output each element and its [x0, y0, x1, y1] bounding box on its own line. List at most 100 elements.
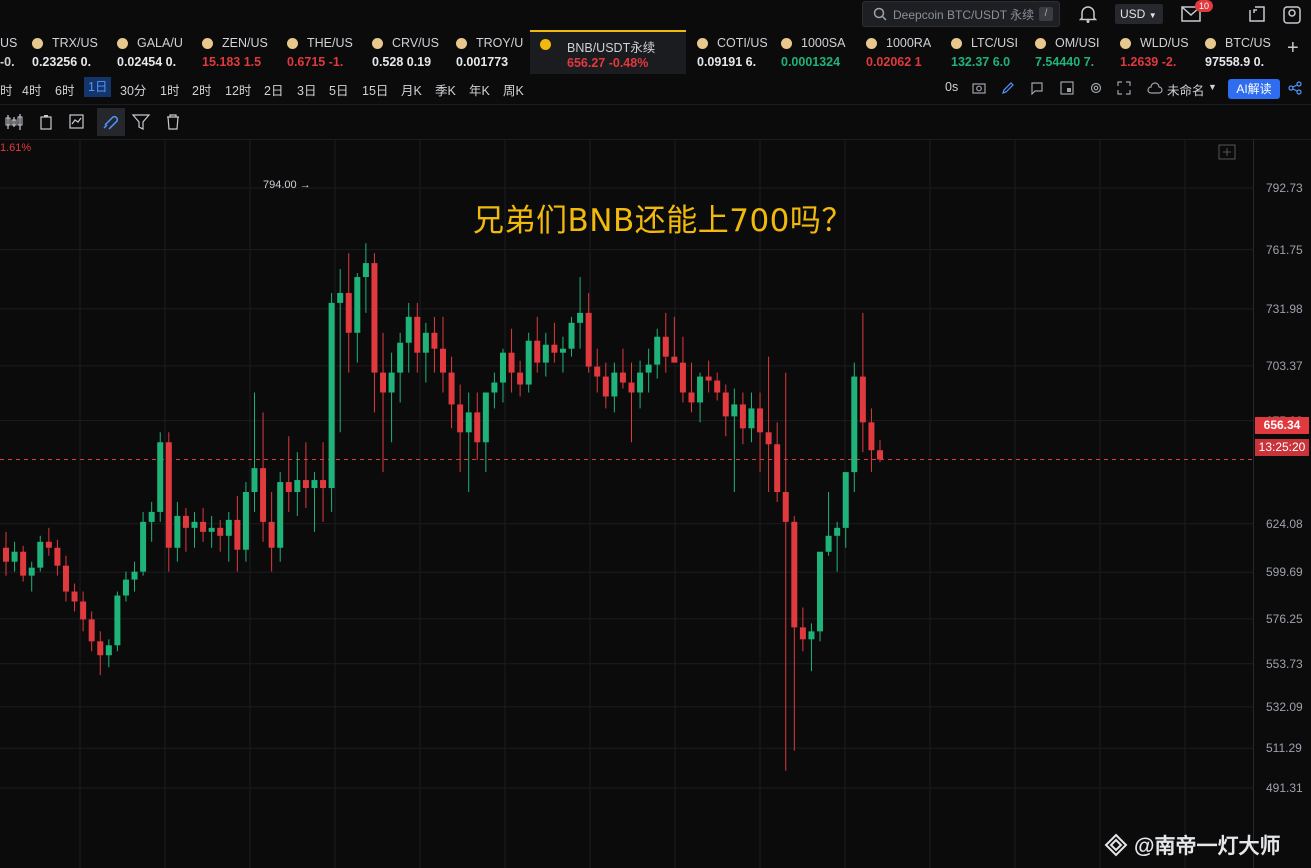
candle-body — [654, 336, 661, 365]
candle — [422, 322, 429, 383]
y-tick-label: 491.31 — [1266, 781, 1303, 795]
candle-body — [851, 376, 858, 473]
timeframe-option[interactable]: 月K — [401, 80, 422, 99]
candle-body — [757, 408, 764, 433]
candle-body — [131, 571, 138, 580]
candle — [3, 531, 9, 576]
candle-body — [182, 515, 189, 528]
ticker-item[interactable]: US -0. — [0, 31, 28, 73]
candle — [80, 591, 87, 632]
candle-body — [585, 312, 592, 367]
candle — [465, 392, 472, 493]
chevron-down-icon[interactable]: ▼ — [1208, 82, 1217, 92]
ticker-symbol: GALA/U — [137, 36, 183, 50]
layout-icon[interactable] — [1060, 81, 1074, 95]
timeframe-option[interactable]: 5日 — [329, 80, 348, 99]
candle-body — [645, 364, 652, 373]
y-tick-label: 576.25 — [1266, 611, 1303, 626]
candle — [371, 253, 378, 413]
ticker-item[interactable]: TRX/US 0.23256 0. — [32, 31, 114, 73]
ticker-item[interactable]: TROY/U 0.001773 — [456, 31, 526, 73]
cloud-icon[interactable] — [1147, 82, 1163, 94]
share-icon[interactable] — [1288, 81, 1302, 95]
ticker-item[interactable]: COTI/US 0.09191 6. — [697, 31, 767, 73]
ticker-item[interactable]: WLD/US 1.2639 -2. — [1120, 31, 1190, 73]
layout-name[interactable]: 未命名 — [1167, 80, 1205, 99]
candle-body — [20, 551, 27, 576]
ticker-item[interactable]: CRV/US 0.528 0.19 — [372, 31, 450, 73]
timeframe-option[interactable]: 12时 — [225, 80, 251, 99]
candle-body — [37, 541, 44, 568]
candle-body — [88, 619, 95, 642]
ticker-item[interactable]: ZEN/US 15.183 1.5 — [202, 31, 280, 73]
timeframe-option[interactable]: 年K — [469, 80, 490, 99]
timeframe-option[interactable]: 时 — [0, 80, 13, 99]
candle-body — [448, 372, 455, 405]
ticker-item[interactable]: BTC/US 97558.9 0. — [1205, 31, 1279, 73]
ticker-item[interactable]: OM/USI 7.54440 7. — [1035, 31, 1107, 73]
timeframe-option[interactable]: 2时 — [192, 80, 211, 99]
candle — [97, 631, 104, 676]
timeframe-option[interactable]: 4时 — [22, 80, 41, 99]
comment-icon[interactable] — [1030, 81, 1044, 95]
search-box[interactable]: Deepcoin BTC/USDT 永续 / — [862, 1, 1060, 27]
candle-body — [705, 376, 712, 381]
timeframe-option[interactable]: 3日 — [297, 80, 316, 99]
timeframe-option[interactable]: 季K — [435, 80, 456, 99]
candle — [191, 511, 198, 548]
add-ticker-button[interactable]: + — [1287, 37, 1299, 60]
ticker-item[interactable]: LTC/USI 132.37 6.0 — [951, 31, 1021, 73]
timeframe-option[interactable]: 30分 — [120, 80, 146, 99]
candle — [11, 541, 18, 572]
candle-body — [594, 366, 601, 377]
ai-button[interactable]: AI解读 — [1228, 79, 1280, 99]
candle — [405, 302, 412, 373]
candles-icon[interactable] — [3, 111, 25, 133]
currency-select[interactable]: USD ▼ — [1115, 4, 1163, 24]
timeframe-option-active[interactable]: 1日 — [84, 77, 112, 97]
candle — [268, 492, 275, 572]
ticker-value: 15.183 1.5 — [202, 55, 262, 69]
timeframe-option[interactable]: 15日 — [362, 80, 388, 99]
ticker-item[interactable]: 1000SA 0.0001324 — [781, 31, 853, 73]
ticker-symbol: BNB/USDT永续 — [567, 41, 656, 55]
candle — [542, 332, 549, 377]
ticker-item-active[interactable]: BNB/USDT永续 656.27 -0.48% — [530, 30, 686, 74]
ticker-item[interactable]: 1000RA 0.02062 1 — [866, 31, 938, 73]
timeframe-option[interactable]: 6时 — [55, 80, 74, 99]
ticker-symbol: ZEN/US — [222, 36, 268, 50]
pencil-icon[interactable] — [1001, 81, 1015, 95]
magnet-icon[interactable] — [97, 108, 125, 136]
ticker-symbol: CRV/US — [392, 36, 440, 50]
fullscreen-icon[interactable] — [1117, 81, 1131, 95]
indicator-icon[interactable] — [66, 111, 88, 133]
ticker-item[interactable]: GALA/U 0.02454 0. — [117, 31, 199, 73]
window-icon[interactable] — [1249, 6, 1265, 22]
candle-body — [577, 312, 584, 323]
candle-body — [697, 376, 704, 403]
trash-icon[interactable] — [162, 111, 184, 133]
candle — [397, 332, 404, 403]
candle — [868, 408, 875, 473]
candle-body — [782, 492, 789, 522]
timeframe-option[interactable]: 1时 — [160, 80, 179, 99]
current-price-tag: 656.34 — [1255, 417, 1309, 434]
candlestick-chart[interactable] — [0, 139, 1311, 868]
search-input[interactable]: Deepcoin BTC/USDT 永续 — [893, 6, 1034, 23]
change-percent: 1.61% — [0, 142, 32, 154]
bell-icon[interactable] — [1079, 4, 1097, 24]
ticker-item[interactable]: THE/US 0.6715 -1. — [287, 31, 365, 73]
timeframe-option[interactable]: 2日 — [264, 80, 283, 99]
candle-body — [559, 348, 566, 353]
filter-icon[interactable] — [130, 111, 152, 133]
candle-body — [345, 292, 352, 333]
camera-icon[interactable] — [972, 81, 986, 94]
user-icon[interactable] — [1283, 6, 1301, 24]
timeframe-option[interactable]: 周K — [503, 80, 524, 99]
collapse-icon[interactable] — [1218, 144, 1236, 160]
candle — [525, 332, 532, 393]
template-icon[interactable] — [35, 111, 57, 133]
gear-icon[interactable] — [1089, 81, 1103, 95]
ticker-symbol: 1000RA — [886, 36, 932, 50]
chart-annotation: 兄弟们BNB还能上700吗？ — [473, 203, 853, 239]
